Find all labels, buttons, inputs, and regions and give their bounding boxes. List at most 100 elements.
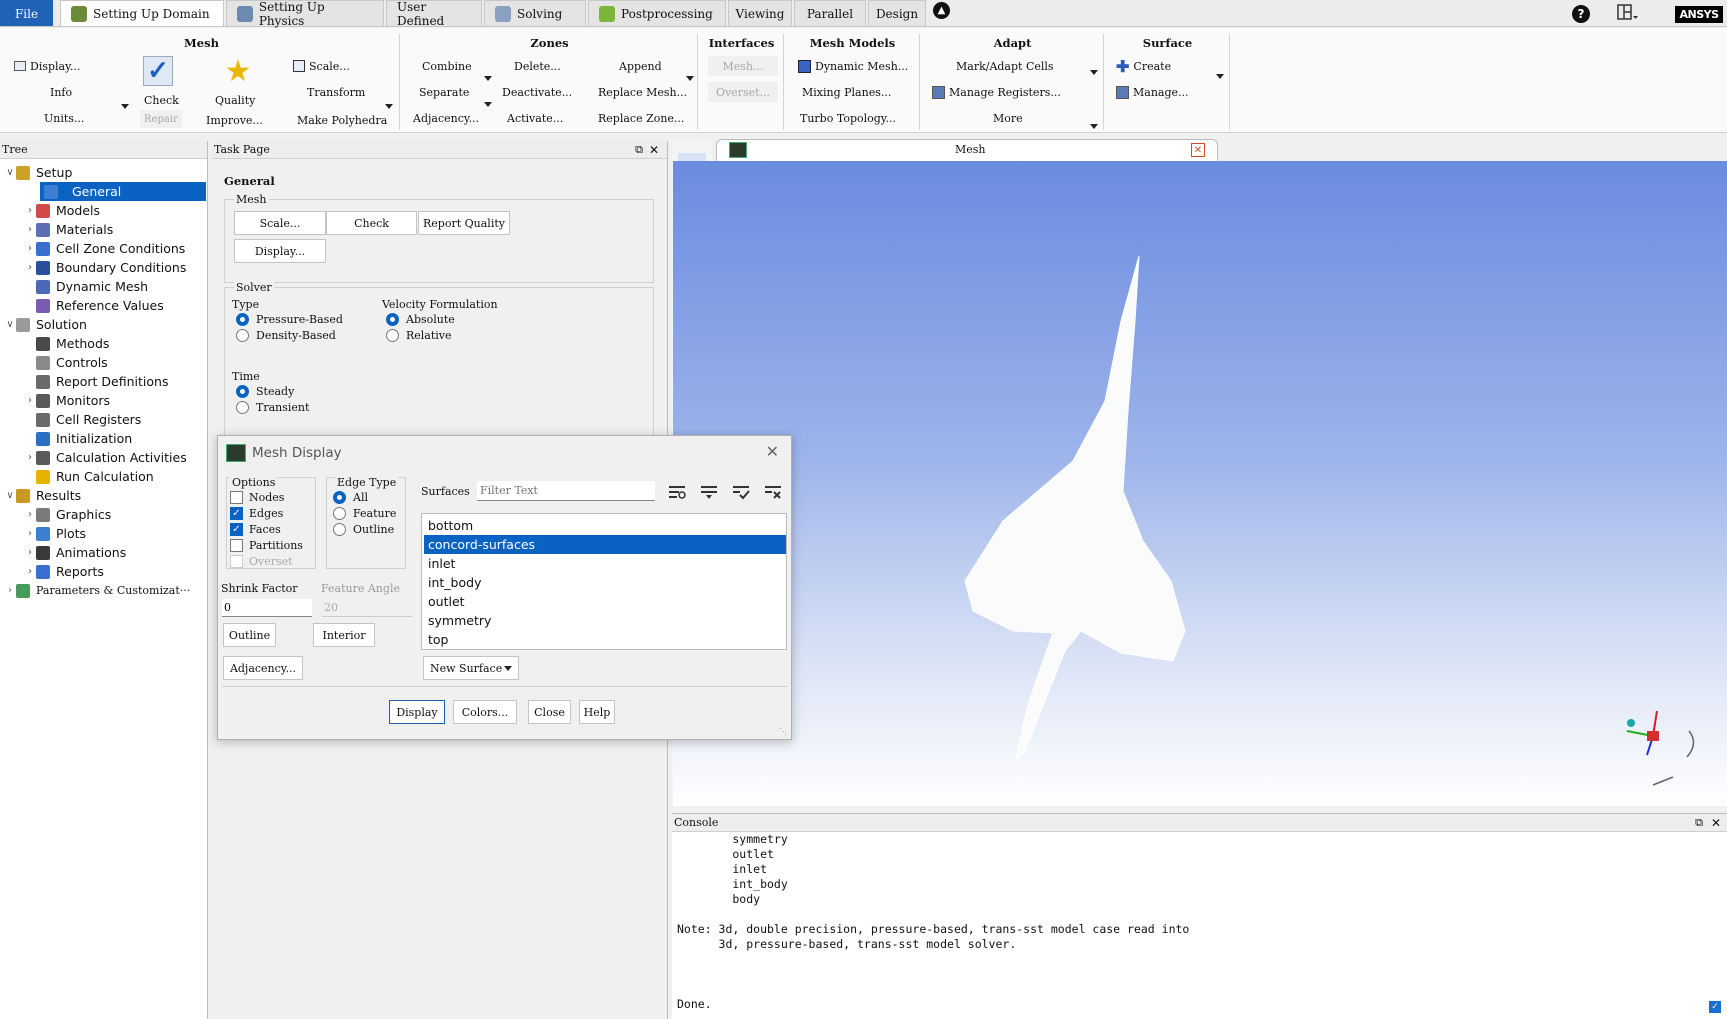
select-by-type-icon[interactable] xyxy=(664,480,690,504)
chevron-right-icon[interactable]: › xyxy=(24,395,36,406)
surface-create-dropdown-icon[interactable] xyxy=(1216,74,1224,79)
tab-parallel[interactable]: Parallel xyxy=(794,0,866,26)
zones-append-button[interactable]: Append xyxy=(619,56,662,76)
mixing-planes-button[interactable]: Mixing Planes... xyxy=(802,82,891,102)
tree-item[interactable]: Methods xyxy=(0,334,206,353)
chevron-right-icon[interactable]: › xyxy=(24,224,36,235)
layout-icon[interactable] xyxy=(1617,4,1639,22)
tab-solving[interactable]: Solving xyxy=(484,0,586,26)
mesh-display-button[interactable]: Display... xyxy=(14,56,80,76)
interfaces-mesh-button[interactable]: Mesh... xyxy=(708,56,778,76)
tree-item[interactable]: General xyxy=(40,182,206,201)
chevron-right-icon[interactable]: › xyxy=(24,243,36,254)
shrink-factor-input[interactable] xyxy=(222,599,312,617)
help-icon[interactable]: ? xyxy=(1572,5,1590,23)
faces-checkbox[interactable]: ✓ Faces xyxy=(230,523,281,536)
chevron-right-icon[interactable]: › xyxy=(24,205,36,216)
surface-list-item[interactable]: top xyxy=(424,630,786,649)
mesh-repair-button[interactable]: Repair xyxy=(140,110,182,128)
feature-angle-input[interactable] xyxy=(322,599,412,617)
tree-item[interactable]: Dynamic Mesh xyxy=(0,277,206,296)
tree-item[interactable]: Report Definitions xyxy=(0,372,206,391)
surface-list-item[interactable]: int_body xyxy=(424,573,786,592)
task-scale-button[interactable]: Scale... xyxy=(234,211,326,235)
transient-radio[interactable]: Transient xyxy=(236,401,309,414)
tree-item[interactable]: › Animations xyxy=(0,543,206,562)
nodes-checkbox[interactable]: Nodes xyxy=(230,491,284,504)
tree-item[interactable]: › Models xyxy=(0,201,206,220)
zones-separate-dropdown-icon[interactable] xyxy=(484,102,492,107)
density-based-radio[interactable]: Density-Based xyxy=(236,329,336,342)
tree-item[interactable]: Cell Registers xyxy=(0,410,206,429)
mesh-info-dropdown-icon[interactable] xyxy=(121,104,129,109)
select-group-icon[interactable] xyxy=(696,480,722,504)
console-check-icon[interactable]: ✓ xyxy=(1709,1001,1721,1013)
task-display-button[interactable]: Display... xyxy=(234,239,326,263)
chevron-right-icon[interactable]: › xyxy=(4,585,16,596)
report-quality-button[interactable]: Report Quality xyxy=(418,211,510,235)
tree-item[interactable]: Initialization xyxy=(0,429,206,448)
dialog-close-icon[interactable]: ✕ xyxy=(766,442,779,461)
float-panel-icon[interactable]: ⧉ xyxy=(635,141,643,159)
tree-item[interactable]: › Boundary Conditions xyxy=(0,258,206,277)
tab-user-defined[interactable]: User Defined xyxy=(386,0,482,28)
mark-adapt-dropdown-icon[interactable] xyxy=(1090,70,1098,75)
overset-checkbox[interactable]: Overset xyxy=(230,555,293,568)
partitions-checkbox[interactable]: Partitions xyxy=(230,539,303,552)
close-button[interactable]: Close xyxy=(528,700,571,724)
select-all-icon[interactable] xyxy=(728,480,754,504)
interior-button[interactable]: Interior xyxy=(313,623,375,647)
tree-item[interactable]: › Parameters & Customizat··· xyxy=(0,581,206,600)
graphics-viewport[interactable] xyxy=(673,161,1727,806)
chevron-right-icon[interactable]: › xyxy=(24,262,36,273)
tree-item[interactable]: › Calculation Activities xyxy=(0,448,206,467)
pressure-based-radio[interactable]: Pressure-Based xyxy=(236,313,343,326)
dynamic-mesh-button[interactable]: Dynamic Mesh... xyxy=(798,56,908,76)
zones-delete-button[interactable]: Delete... xyxy=(514,56,561,76)
zones-separate-button[interactable]: Separate xyxy=(419,82,469,102)
surface-manage-button[interactable]: Manage... xyxy=(1116,82,1189,102)
colors-button[interactable]: Colors... xyxy=(453,700,517,724)
zones-deactivate-button[interactable]: Deactivate... xyxy=(502,82,572,102)
tree-item[interactable]: ∨ Setup xyxy=(0,163,206,182)
task-check-button[interactable]: Check xyxy=(326,211,417,235)
zones-replace-mesh-button[interactable]: Replace Mesh... xyxy=(598,82,687,102)
turbo-topology-button[interactable]: Turbo Topology... xyxy=(800,108,896,128)
collapse-ribbon-icon[interactable]: ▲ xyxy=(933,2,950,19)
manage-registers-button[interactable]: Manage Registers... xyxy=(932,82,1061,102)
relative-radio[interactable]: Relative xyxy=(386,329,452,342)
resize-grip-icon[interactable]: ⋱ xyxy=(779,727,789,737)
mark-adapt-cells-button[interactable]: Mark/Adapt Cells xyxy=(956,56,1054,76)
edge-all-radio[interactable]: All xyxy=(333,491,368,504)
tree-item[interactable]: › Plots xyxy=(0,524,206,543)
tree-item[interactable]: › Monitors xyxy=(0,391,206,410)
chevron-right-icon[interactable]: › xyxy=(24,452,36,463)
mesh-info-button[interactable]: Info xyxy=(50,82,72,102)
absolute-radio[interactable]: Absolute xyxy=(386,313,455,326)
mesh-check-button[interactable]: Check xyxy=(144,90,179,110)
chevron-down-icon[interactable]: ∨ xyxy=(4,319,16,330)
steady-radio[interactable]: Steady xyxy=(236,385,294,398)
tree-item[interactable]: › Cell Zone Conditions xyxy=(0,239,206,258)
edges-checkbox[interactable]: ✓ Edges xyxy=(230,507,283,520)
mesh-quality-button[interactable]: Quality xyxy=(215,90,255,110)
tree-item[interactable]: Run Calculation xyxy=(0,467,206,486)
display-button[interactable]: Display xyxy=(389,700,445,724)
new-surface-dropdown[interactable]: New Surface xyxy=(423,656,519,680)
tree-item[interactable]: › Materials xyxy=(0,220,206,239)
mesh-transform-button[interactable]: Transform xyxy=(307,82,365,102)
tab-file[interactable]: File xyxy=(0,0,53,26)
tree-item[interactable]: Reference Values xyxy=(0,296,206,315)
tab-design[interactable]: Design xyxy=(868,0,926,26)
surface-list-item[interactable]: bottom xyxy=(424,516,786,535)
zones-combine-button[interactable]: Combine xyxy=(422,56,472,76)
float-console-icon[interactable]: ⧉ xyxy=(1695,814,1703,832)
adjacency-button[interactable]: Adjacency... xyxy=(223,656,303,680)
surface-filter-input[interactable] xyxy=(477,481,655,501)
tab-setting-up-physics[interactable]: Setting Up Physics xyxy=(226,0,384,28)
zones-replace-zone-button[interactable]: Replace Zone... xyxy=(598,108,684,128)
tab-postprocessing[interactable]: Postprocessing xyxy=(588,0,726,26)
surface-create-button[interactable]: ✚ Create xyxy=(1116,56,1171,76)
chevron-down-icon[interactable]: ∨ xyxy=(4,490,16,501)
mesh-scale-button[interactable]: Scale... xyxy=(293,56,350,76)
